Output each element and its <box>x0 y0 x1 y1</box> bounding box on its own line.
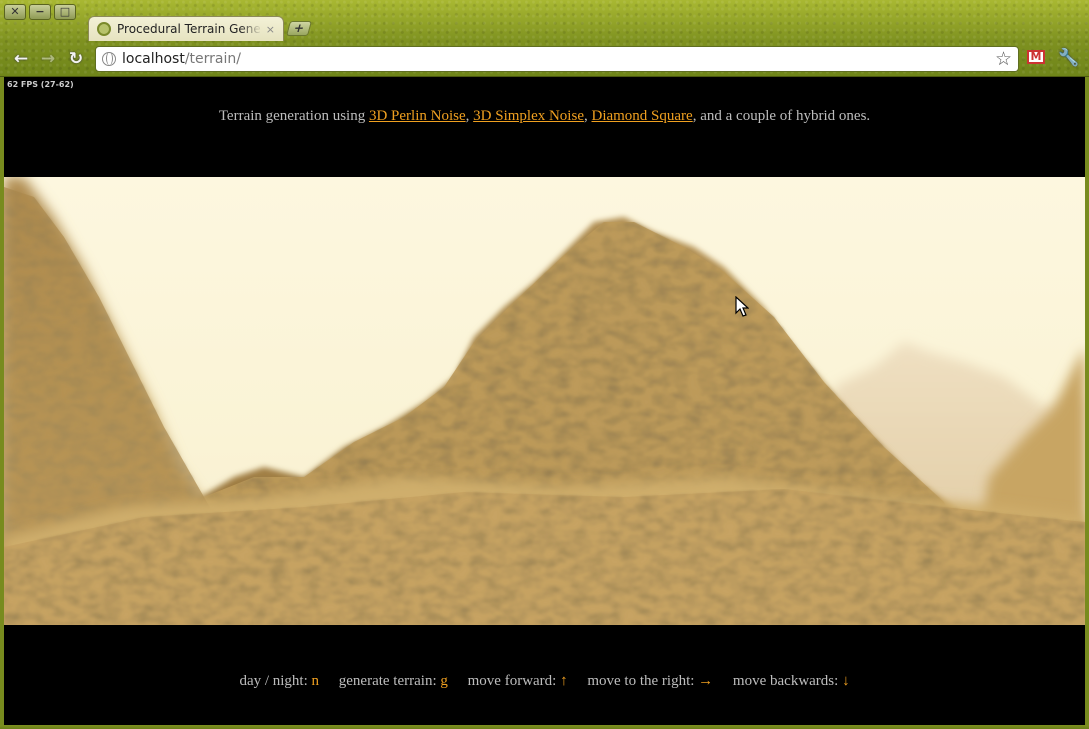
perlin-noise-link[interactable]: 3D Perlin Noise <box>369 108 466 124</box>
control-key: n <box>311 673 320 689</box>
control-move-backwards: move backwards: ↓ <box>733 673 850 689</box>
control-label: move forward: <box>467 673 557 689</box>
globe-icon <box>102 52 116 66</box>
browser-chrome: ✕ − □ Procedural Terrain Gener × + ← → ↻… <box>0 0 1089 77</box>
control-label: move to the right: <box>587 673 695 689</box>
address-bar[interactable]: localhost/terrain/ ☆ <box>95 46 1019 72</box>
diamond-square-link[interactable]: Diamond Square <box>591 108 692 124</box>
control-key: ↑ <box>560 673 568 689</box>
control-move-forward: move forward: ↑ <box>468 673 568 689</box>
close-window-button[interactable]: ✕ <box>4 4 26 20</box>
page-content: 62 FPS (27-62) Terrain generation using … <box>4 77 1085 725</box>
control-label: move backwards: <box>732 673 839 689</box>
control-label: day / night: <box>239 673 308 689</box>
window-controls: ✕ − □ <box>4 4 76 20</box>
url-text[interactable]: localhost/terrain/ <box>122 51 995 67</box>
reload-button[interactable]: ↻ <box>66 49 86 69</box>
url-path: /terrain/ <box>184 51 241 67</box>
window-border-right <box>1085 77 1089 729</box>
simplex-noise-link[interactable]: 3D Simplex Noise <box>473 108 584 124</box>
browser-tab[interactable]: Procedural Terrain Gener × <box>88 16 284 41</box>
maximize-window-button[interactable]: □ <box>54 4 76 20</box>
globe-icon <box>97 22 111 36</box>
back-button[interactable]: ← <box>11 49 31 69</box>
star-icon[interactable]: ☆ <box>995 48 1012 70</box>
forward-button[interactable]: → <box>38 49 58 69</box>
control-key: g <box>440 673 448 689</box>
intro-suffix: , and a couple of hybrid ones. <box>692 108 871 124</box>
terrain-render <box>4 177 1085 625</box>
control-generate-terrain: generate terrain: g <box>339 673 448 689</box>
control-key: → <box>698 673 714 689</box>
wrench-icon[interactable]: 🔧 <box>1058 48 1079 68</box>
fps-counter: 62 FPS (27-62) <box>7 80 74 89</box>
gmail-icon[interactable]: M <box>1027 50 1045 64</box>
control-move-right: move to the right: → <box>587 673 713 689</box>
tab-close-button[interactable]: × <box>266 23 275 36</box>
window-border-bottom <box>0 725 1089 729</box>
terrain-canvas[interactable] <box>4 177 1085 625</box>
control-day-night: day / night: n <box>239 673 319 689</box>
intro-text: Terrain generation using 3D Perlin Noise… <box>4 108 1085 125</box>
new-tab-button[interactable]: + <box>285 21 313 36</box>
control-label: generate terrain: <box>338 673 437 689</box>
minimize-window-button[interactable]: − <box>29 4 51 20</box>
keyboard-controls: day / night: n generate terrain: g move … <box>4 673 1085 690</box>
tab-title: Procedural Terrain Gener <box>117 22 262 36</box>
intro-prefix: Terrain generation using <box>218 108 369 124</box>
control-key: ↓ <box>842 673 850 689</box>
mouse-cursor-icon <box>735 296 749 317</box>
url-host: localhost <box>122 51 185 67</box>
